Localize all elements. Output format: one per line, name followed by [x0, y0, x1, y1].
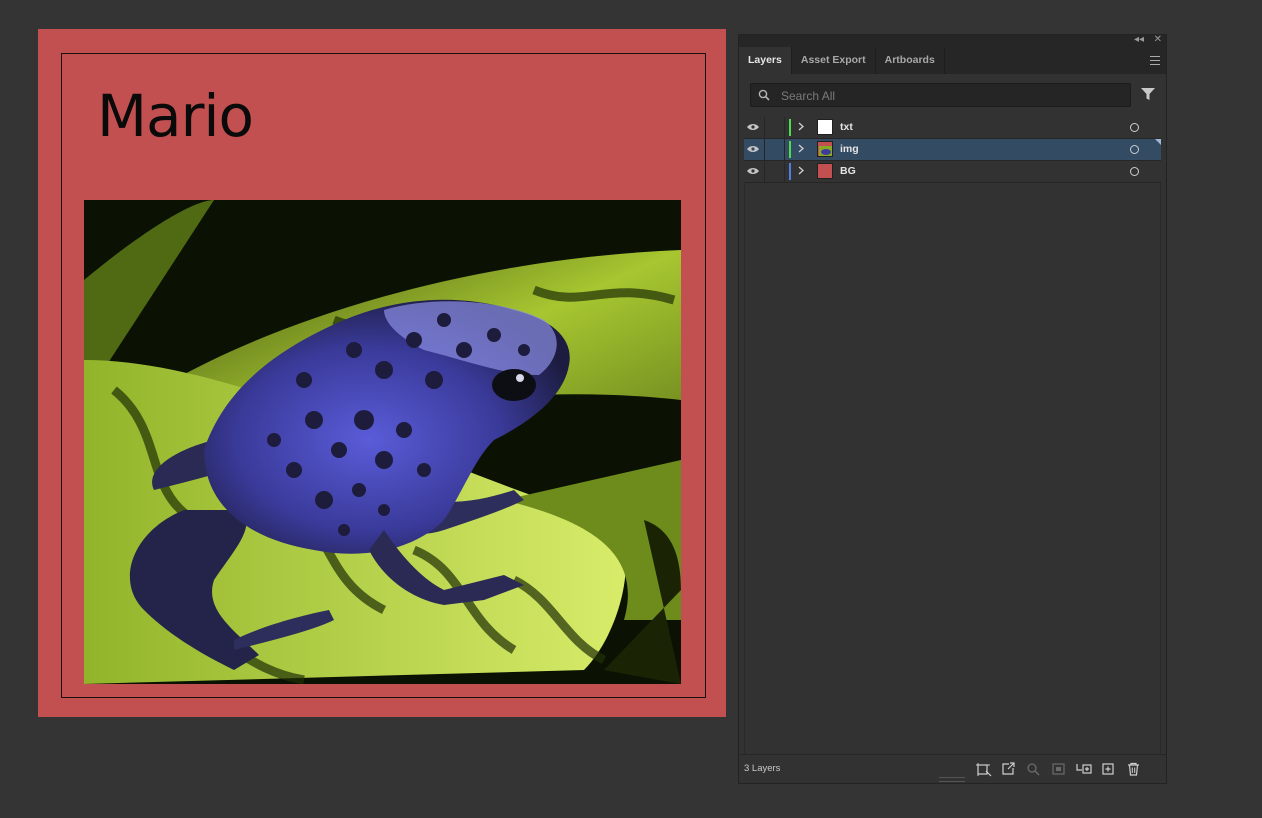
locate-object-icon[interactable]	[1025, 761, 1042, 777]
layer-row-img[interactable]: img	[744, 139, 1161, 161]
panel-tabs: Layers Asset Export Artboards	[739, 47, 1166, 74]
expand-chevron-icon[interactable]	[798, 122, 804, 131]
create-new-layer-icon[interactable]	[1100, 761, 1117, 777]
make-clipping-mask-icon[interactable]	[1050, 761, 1067, 777]
layer-count: 3 Layers	[744, 763, 781, 774]
lock-column[interactable]	[764, 117, 765, 138]
panel-title-bar[interactable]: ◂◂ ✕	[739, 34, 1166, 47]
expand-chevron-icon[interactable]	[798, 166, 804, 175]
panel-footer: 3 Layers	[739, 754, 1166, 783]
target-circle-icon[interactable]	[1130, 145, 1139, 154]
layer-row-bg[interactable]: BG	[744, 161, 1161, 183]
filter-icon[interactable]	[1141, 87, 1155, 101]
close-panel-icon[interactable]: ✕	[1154, 34, 1162, 46]
tab-layers[interactable]: Layers	[739, 47, 792, 74]
artboard[interactable]: Mario	[38, 29, 726, 717]
layers-list: txt img BG	[744, 117, 1161, 183]
search-row	[739, 74, 1166, 116]
column-divider	[784, 117, 785, 138]
selection-indicator	[1155, 139, 1161, 145]
resize-grip[interactable]	[939, 777, 965, 782]
layer-thumbnail-bg	[817, 163, 833, 179]
column-divider	[784, 139, 785, 160]
layer-name[interactable]: img	[840, 143, 859, 155]
visibility-eye-icon[interactable]	[747, 167, 759, 175]
search-icon	[758, 89, 770, 101]
tab-asset-export[interactable]: Asset Export	[792, 47, 876, 74]
panel-menu-icon[interactable]	[1150, 56, 1160, 68]
layer-row-txt[interactable]: txt	[744, 117, 1161, 139]
collapse-panel-icon[interactable]: ◂◂	[1134, 34, 1144, 46]
tab-artboards[interactable]: Artboards	[876, 47, 945, 74]
lock-column[interactable]	[764, 139, 765, 160]
search-input[interactable]	[779, 86, 1123, 106]
layer-color-bar	[789, 163, 791, 180]
delete-icon[interactable]	[1125, 761, 1142, 777]
create-sublayer-icon[interactable]	[1075, 761, 1092, 777]
column-divider	[784, 161, 785, 182]
search-box[interactable]	[750, 83, 1131, 107]
target-circle-icon[interactable]	[1130, 123, 1139, 132]
expand-chevron-icon[interactable]	[798, 144, 804, 153]
artboard-title-text[interactable]: Mario	[97, 87, 254, 145]
footer-toolbar	[975, 761, 1142, 777]
target-circle-icon[interactable]	[1130, 167, 1139, 176]
layer-color-bar	[789, 119, 791, 136]
layer-name[interactable]: txt	[840, 121, 853, 133]
layers-list-area	[744, 117, 1161, 755]
collect-for-export-icon[interactable]	[975, 761, 992, 777]
frog-image[interactable]	[84, 200, 681, 684]
visibility-eye-icon[interactable]	[747, 123, 759, 131]
lock-column[interactable]	[764, 161, 765, 182]
export-icon[interactable]	[1000, 761, 1017, 777]
layer-color-bar	[789, 141, 791, 158]
visibility-eye-icon[interactable]	[747, 145, 759, 153]
layer-thumbnail-img	[817, 141, 833, 157]
layer-name[interactable]: BG	[840, 165, 856, 177]
layer-thumbnail-txt	[817, 119, 833, 135]
layers-panel: ◂◂ ✕ Layers Asset Export Artboards Searc…	[738, 34, 1167, 784]
